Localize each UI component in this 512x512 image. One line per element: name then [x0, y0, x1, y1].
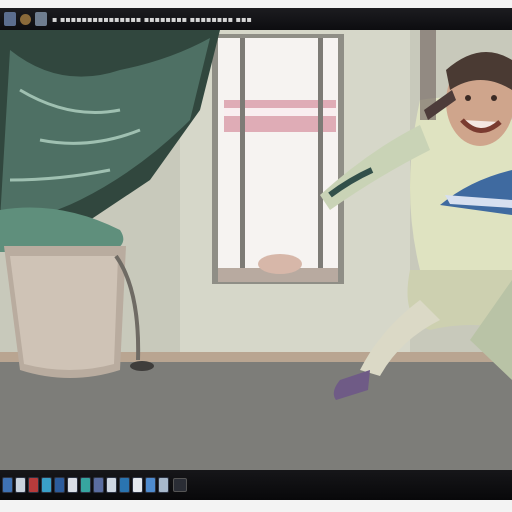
file-icon[interactable]: [35, 12, 47, 26]
task-button-4[interactable]: [41, 477, 52, 493]
window-icon: [212, 34, 344, 284]
task-button-7[interactable]: [80, 477, 91, 493]
window-title: ▪ ▪▪▪▪▪▪▪▪▪▪▪▪▪▪▪ ▪▪▪▪▪▪▪▪ ▪▪▪▪▪▪▪▪ ▪▪▪: [52, 14, 252, 24]
video-viewport[interactable]: [0, 30, 512, 470]
task-button-9[interactable]: [106, 477, 117, 493]
task-button-2[interactable]: [15, 477, 26, 493]
task-button-3[interactable]: [28, 477, 39, 493]
scene-image: [0, 30, 512, 470]
taskbar-end-button[interactable]: [173, 478, 187, 492]
task-button-12[interactable]: [145, 477, 156, 493]
task-button-10[interactable]: [119, 477, 130, 493]
task-button-1[interactable]: [2, 477, 13, 493]
task-button-13[interactable]: [158, 477, 169, 493]
task-button-5[interactable]: [54, 477, 65, 493]
app-window: ▪ ▪▪▪▪▪▪▪▪▪▪▪▪▪▪▪ ▪▪▪▪▪▪▪▪ ▪▪▪▪▪▪▪▪ ▪▪▪: [0, 8, 512, 500]
media-icon[interactable]: [20, 13, 31, 25]
task-button-8[interactable]: [93, 477, 104, 493]
app-icon[interactable]: [4, 12, 16, 26]
taskbar: [0, 470, 512, 500]
task-button-11[interactable]: [132, 477, 143, 493]
task-button-6[interactable]: [67, 477, 78, 493]
title-bar[interactable]: ▪ ▪▪▪▪▪▪▪▪▪▪▪▪▪▪▪ ▪▪▪▪▪▪▪▪ ▪▪▪▪▪▪▪▪ ▪▪▪: [0, 8, 512, 30]
